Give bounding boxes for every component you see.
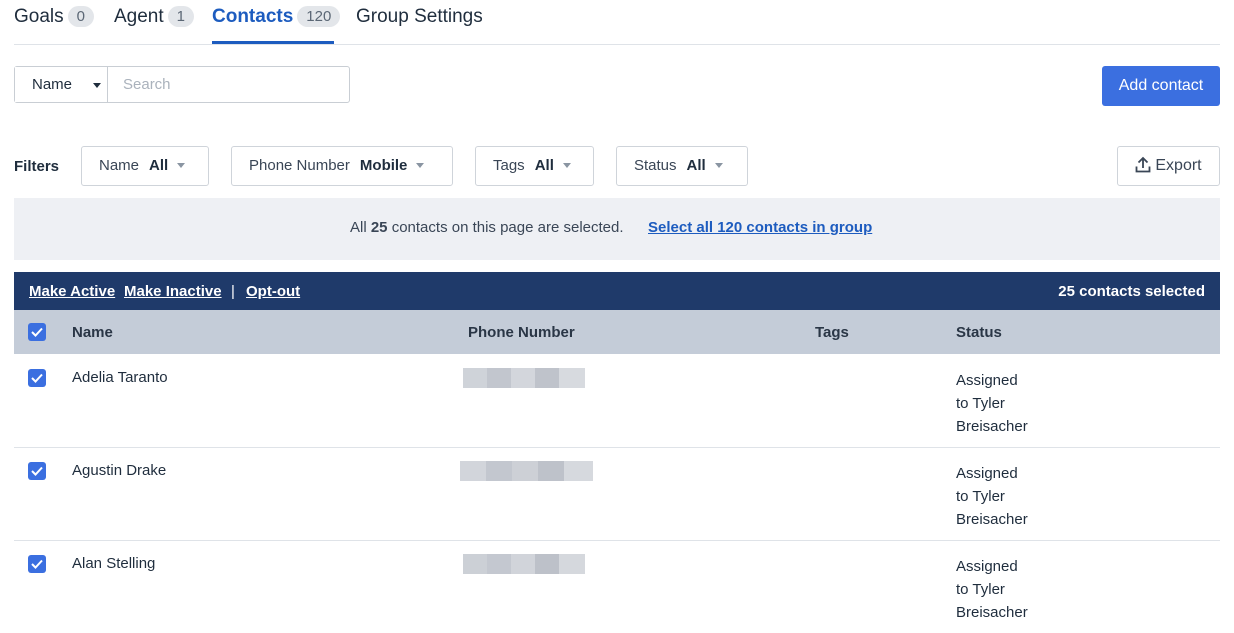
contact-name: Agustin Drake [72,462,167,479]
filter-tags-value: All [534,157,554,174]
search-field-select[interactable]: Name [15,67,108,102]
search-bar: Name [14,66,350,103]
contact-name: Alan Stelling [72,555,156,572]
phone-number-redacted [463,554,585,574]
filter-phone-value: Mobile [359,157,408,174]
select-all-link[interactable]: Select all 120 contacts in group [648,219,872,236]
column-header-status[interactable]: Status [956,324,1002,341]
tab-agent-count: 1 [167,6,194,27]
status-line: Assigned [956,372,1018,389]
search-field-value: Name [32,76,73,93]
select-all-checkbox[interactable] [28,323,46,341]
opt-out-link[interactable]: Opt-out [246,283,300,300]
caret-down-icon [93,83,101,88]
search-input[interactable] [109,67,349,102]
filters-label: Filters [14,158,60,175]
row-checkbox[interactable] [28,369,46,387]
status-line: Breisacher [956,604,1028,621]
filter-tags[interactable]: Tags All [475,146,594,186]
row-checkbox[interactable] [28,555,46,573]
check-icon [31,466,43,476]
actions-separator: | [231,283,235,300]
contact-status: Assigned to Tyler Breisacher [956,369,1046,438]
caret-down-icon [416,163,425,168]
tab-agent-label: Agent [114,6,164,27]
filter-phone-number[interactable]: Phone Number Mobile [231,146,453,186]
phone-number-redacted [460,461,593,481]
notice-suffix: contacts on this page are selected. [391,219,624,236]
status-line: to Tyler [956,581,1005,598]
phone-number-redacted [463,368,585,388]
export-label: Export [1155,157,1202,174]
bulk-actions-bar: Make Active Make Inactive | Opt-out 25 c… [14,272,1220,310]
status-line: Assigned [956,558,1018,575]
column-header-tags[interactable]: Tags [815,324,849,341]
notice-count: 25 [370,219,388,236]
selection-notice: All 25 contacts on this page are selecte… [14,198,1220,260]
filter-tags-label: Tags [493,157,525,174]
tab-goals-label: Goals [14,6,64,27]
tab-contacts-count: 120 [297,6,341,27]
selected-count: 25 contacts selected [1058,283,1205,300]
column-header-phone[interactable]: Phone Number [468,324,575,341]
status-line: Breisacher [956,418,1028,435]
status-line: Assigned [956,465,1018,482]
caret-down-icon [714,163,723,168]
selection-notice-message: All 25 contacts on this page are selecte… [350,219,624,236]
filter-name-value: All [149,157,169,174]
caret-down-icon [177,163,186,168]
table-row[interactable]: Adelia Taranto Assigned to Tyler Breisac… [14,354,1220,448]
status-line: to Tyler [956,488,1005,505]
tab-contacts-label: Contacts [212,6,294,27]
filter-name[interactable]: Name All [81,146,209,186]
export-button[interactable]: Export [1117,146,1220,186]
filter-status[interactable]: Status All [616,146,748,186]
check-icon [31,559,43,569]
make-inactive-link[interactable]: Make Inactive [124,283,222,300]
filter-status-label: Status [634,157,677,174]
tab-group-settings[interactable]: Group Settings [356,6,483,28]
active-tab-indicator [212,41,334,44]
check-icon [31,373,43,383]
tab-goals-count: 0 [67,6,94,27]
table-row[interactable]: Alan Stelling Assigned to Tyler Breisach… [14,540,1220,633]
notice-prefix: All [350,219,367,236]
status-line: Breisacher [956,511,1028,528]
upload-icon [1135,156,1151,173]
column-header-name[interactable]: Name [72,324,113,341]
check-icon [31,327,43,337]
tab-group-settings-label: Group Settings [356,6,483,27]
contact-name: Adelia Taranto [72,369,168,386]
tab-bar: Goals 0 Agent 1 Contacts 120 Group Settings [14,0,1220,45]
tab-goals[interactable]: Goals 0 [14,6,94,28]
contact-status: Assigned to Tyler Breisacher [956,555,1046,624]
filter-status-value: All [686,157,706,174]
filter-name-label: Name [99,157,140,174]
status-line: to Tyler [956,395,1005,412]
contact-status: Assigned to Tyler Breisacher [956,462,1046,531]
make-active-link[interactable]: Make Active [29,283,115,300]
add-contact-button[interactable]: Add contact [1102,66,1220,106]
row-checkbox[interactable] [28,462,46,480]
caret-down-icon [562,163,571,168]
tab-agent[interactable]: Agent 1 [114,6,194,28]
table-header: Name Phone Number Tags Status [14,310,1220,354]
filter-phone-label: Phone Number [249,157,350,174]
table-row[interactable]: Agustin Drake Assigned to Tyler Breisach… [14,447,1220,541]
tab-contacts[interactable]: Contacts 120 [212,6,341,28]
